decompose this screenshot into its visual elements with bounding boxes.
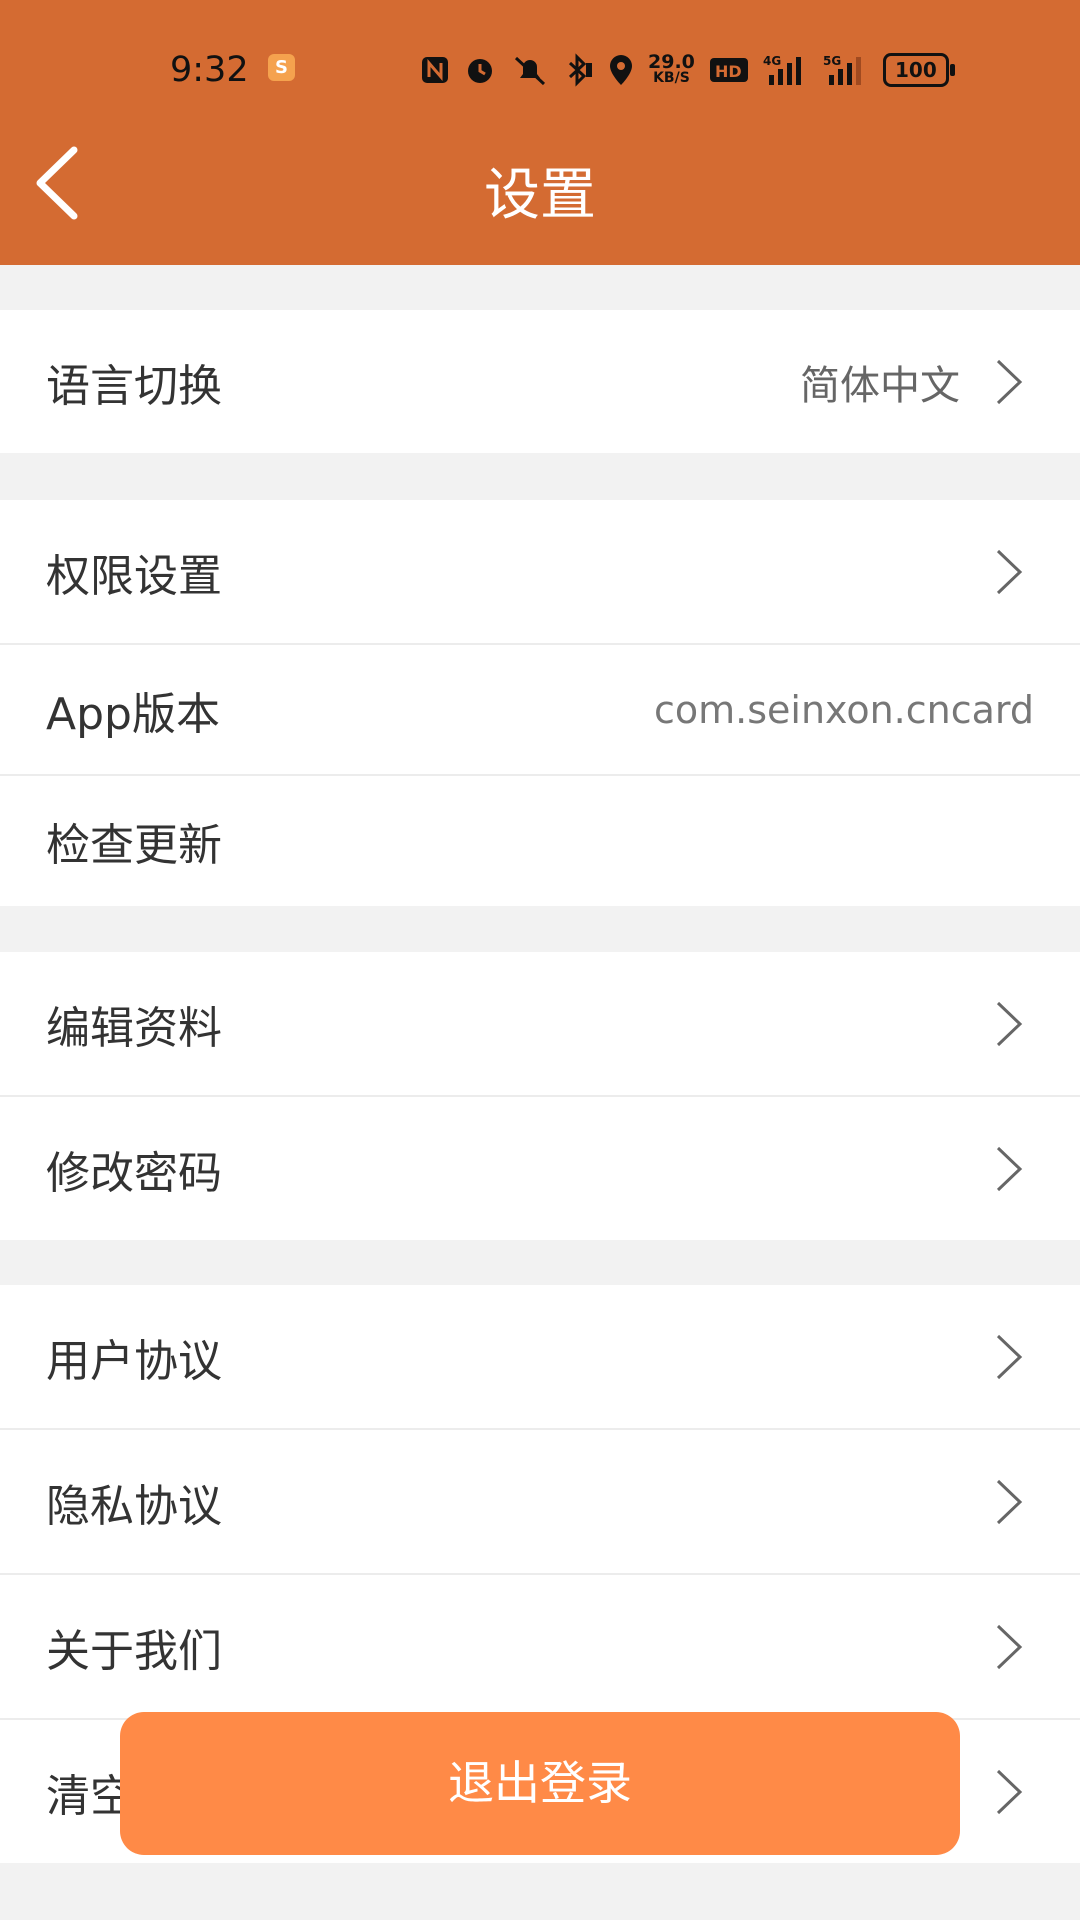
row-label: 隐私协议	[46, 1480, 222, 1532]
row-check-update[interactable]: 检查更新	[0, 776, 1080, 906]
alarm-icon	[464, 54, 496, 86]
row-value: 简体中文	[800, 362, 960, 409]
row-user-agreement[interactable]: 用户协议	[0, 1285, 1080, 1430]
chevron-right-icon	[996, 1479, 1023, 1525]
row-language-switch[interactable]: 语言切换 简体中文	[0, 310, 1080, 453]
status-time: 9:32	[170, 50, 249, 90]
app-header: 9:32 S 29.0 KB/S HD 4G 5G 100 设置	[0, 0, 1080, 265]
row-label: 检查更新	[46, 820, 222, 871]
net-speed-unit: KB/S	[653, 70, 690, 86]
chevron-right-icon	[996, 1001, 1023, 1047]
row-label: 关于我们	[46, 1625, 222, 1677]
row-label: 修改密码	[46, 1147, 222, 1199]
row-label: 语言切换	[46, 360, 222, 412]
row-edit-profile[interactable]: 编辑资料	[0, 952, 1080, 1097]
chevron-right-icon	[996, 1334, 1023, 1380]
hd-icon: HD	[709, 55, 749, 85]
status-icons: 29.0 KB/S HD 4G 5G 100	[420, 50, 955, 90]
bluetooth-icon	[564, 53, 594, 87]
row-about-us[interactable]: 关于我们	[0, 1575, 1080, 1720]
chevron-right-icon	[996, 1769, 1023, 1815]
svg-text:4G: 4G	[763, 54, 781, 68]
chevron-right-icon	[996, 359, 1023, 405]
chevron-right-icon	[996, 1146, 1023, 1192]
signal-4g-icon: 4G	[763, 53, 809, 87]
net-speed-value: 29.0	[648, 51, 695, 73]
logout-button[interactable]: 退出登录	[120, 1712, 960, 1855]
svg-text:5G: 5G	[823, 54, 841, 68]
page-title: 设置	[484, 163, 596, 228]
settings-group-app: 权限设置 App版本 com.seinxon.cncard 检查更新	[0, 500, 1080, 906]
row-permission-settings[interactable]: 权限设置	[0, 500, 1080, 645]
row-value: com.seinxon.cncard	[653, 687, 1034, 732]
signal-5g-icon: 5G	[823, 53, 869, 87]
row-change-password[interactable]: 修改密码	[0, 1097, 1080, 1240]
net-speed: 29.0 KB/S	[648, 51, 695, 87]
settings-group-language: 语言切换 简体中文	[0, 310, 1080, 453]
svg-text:HD: HD	[715, 62, 742, 81]
row-privacy-agreement[interactable]: 隐私协议	[0, 1430, 1080, 1575]
status-bar: 9:32 S 29.0 KB/S HD 4G 5G 100	[0, 38, 1080, 98]
chevron-right-icon	[996, 1624, 1023, 1670]
row-label: 用户协议	[46, 1335, 222, 1387]
nfc-icon	[420, 55, 450, 85]
battery-icon: 100	[882, 53, 955, 87]
chevron-right-icon	[996, 549, 1023, 595]
mute-icon	[510, 54, 550, 86]
settings-group-account: 编辑资料 修改密码	[0, 952, 1080, 1240]
row-label: App版本	[46, 688, 220, 740]
location-icon	[608, 53, 634, 87]
row-label: 编辑资料	[46, 1002, 222, 1054]
row-app-version: App版本 com.seinxon.cncard	[0, 645, 1080, 776]
row-label: 权限设置	[46, 550, 222, 602]
app-notification-icon: S	[268, 54, 295, 81]
